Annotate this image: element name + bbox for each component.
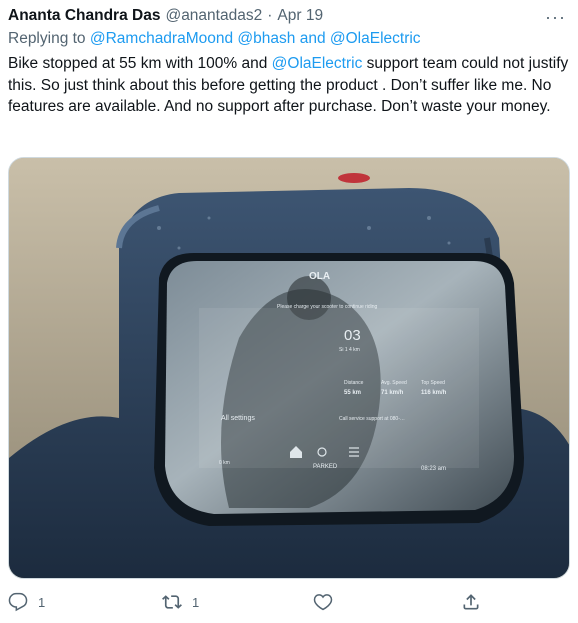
screen-time: 08:23 am (421, 466, 446, 472)
stat-distance-value: 55 km (344, 390, 361, 396)
mention-link[interactable]: @RamchadraMoond (90, 30, 233, 47)
author-name[interactable]: Ananta Chandra Das (8, 7, 160, 25)
author-handle[interactable]: @anantadas2 (165, 7, 262, 25)
screen-message: Please charge your scooter to continue r… (277, 304, 378, 310)
reply-count: 1 (38, 594, 46, 610)
tweet-actions: 1 1 (0, 590, 578, 620)
mention-and[interactable]: and (300, 30, 326, 47)
tweet-text-part: Bike stopped at 55 km with 100% and (8, 55, 272, 72)
ola-logo: OLA (309, 271, 330, 282)
stat-avg-value: 71 km/h (381, 390, 404, 396)
reply-button[interactable]: 1 (8, 592, 45, 612)
parked-status: PARKED (313, 464, 338, 470)
stat-avg-label: Avg. Speed (381, 380, 407, 386)
odometer: 0 km (219, 460, 230, 466)
mention-link[interactable]: @bhash (237, 30, 295, 47)
screen-big-number: 03 (344, 327, 361, 344)
mention-link[interactable]: @OlaElectric (272, 55, 363, 72)
tweet-text: Bike stopped at 55 km with 100% and @Ola… (8, 53, 573, 118)
retweet-icon (162, 595, 182, 609)
screen-big-caption: Si 1 4 km (339, 347, 360, 353)
support-text: Call service support at 080-… (339, 416, 405, 422)
more-options-icon[interactable]: ··· (545, 7, 566, 28)
like-button[interactable] (313, 592, 343, 612)
all-settings: All settings (221, 415, 255, 422)
tweet-header: Ananta Chandra Das @anantadas2 · Apr 19 … (8, 5, 570, 27)
share-icon (463, 594, 479, 610)
retweet-button[interactable]: 1 (162, 592, 199, 612)
separator-dot: · (267, 7, 273, 24)
mention-link[interactable]: @OlaElectric (330, 30, 421, 47)
heart-icon (313, 594, 333, 611)
tweet-date[interactable]: Apr 19 (277, 7, 323, 25)
tweet-photo[interactable]: OLA Please charge your scooter to contin… (8, 157, 570, 579)
retweet-count: 1 (192, 594, 200, 610)
replying-to-prefix: Replying to (8, 30, 86, 47)
share-button[interactable] (461, 592, 491, 612)
stat-top-label: Top Speed (421, 380, 445, 386)
stat-distance-label: Distance (344, 380, 364, 386)
replying-to: Replying to @RamchadraMoond @bhash and @… (8, 30, 421, 48)
reply-icon (8, 592, 28, 612)
stat-top-value: 116 km/h (421, 390, 447, 396)
scooter-dashboard-photo: OLA Please charge your scooter to contin… (9, 158, 569, 578)
